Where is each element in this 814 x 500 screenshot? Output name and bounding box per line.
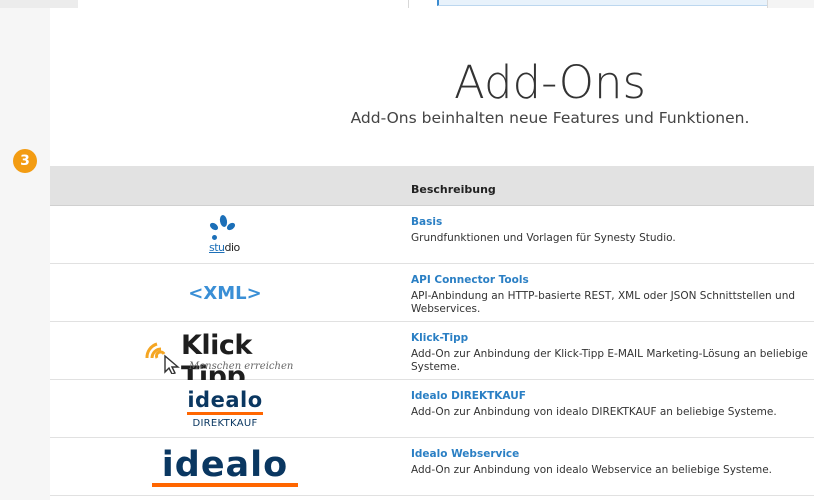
addon-description-cell: API Connector Tools API-Anbindung an HTT… [411, 274, 811, 316]
table-row: Klick Tipp Menschen erreichen Klick-Tipp… [50, 322, 814, 392]
addon-description-cell: Idealo Webservice Add-On zur Anbindung v… [411, 448, 811, 477]
idealo-direktkauf-subtext: DIREKTKAUF [192, 418, 258, 429]
addon-link-idealo-webservice[interactable]: Idealo Webservice [411, 448, 811, 460]
addon-logo-cell: Klick Tipp Menschen erreichen [50, 322, 400, 392]
idealo-wordmark: idealo [187, 388, 263, 412]
addon-link-basis[interactable]: Basis [411, 216, 811, 228]
table-row: <XML> API Connector Tools API-Anbindung … [50, 264, 814, 322]
table-header: Beschreibung [50, 166, 814, 206]
studio-dot [212, 235, 217, 240]
addon-description-cell: Klick-Tipp Add-On zur Anbindung der Klic… [411, 332, 811, 374]
studio-logo-icon: studio [195, 213, 255, 257]
top-search-box-inner[interactable] [437, 0, 767, 6]
idealo-direktkauf-logo-icon: idealo DIREKTKAUF [187, 389, 263, 429]
page-title: Add-Ons [454, 56, 646, 109]
table-row: idealo Idealo Webservice Add-On zur Anbi… [50, 438, 814, 496]
addon-description: Add-On zur Anbindung der Klick-Tipp E-MA… [411, 348, 808, 373]
addon-link-klick-tipp[interactable]: Klick-Tipp [411, 332, 811, 344]
table-row: studio Basis Grundfunktionen und Vorlage… [50, 206, 814, 264]
column-header-description: Beschreibung [411, 183, 496, 196]
idealo-wordmark: idealo [161, 445, 289, 485]
top-toolbar-strip [0, 0, 814, 8]
addon-description-cell: Basis Grundfunktionen und Vorlagen für S… [411, 216, 811, 245]
idealo-logo-icon: idealo [152, 447, 298, 487]
addons-table: Beschreibung studio Basis Grundfunktione… [50, 166, 814, 496]
addon-logo-cell: idealo DIREKTKAUF [50, 380, 400, 438]
addon-logo-cell: <XML> [50, 264, 400, 322]
addon-link-idealo-direktkauf[interactable]: Idealo DIREKTKAUF [411, 390, 811, 402]
addon-description: API-Anbindung an HTTP-basierte REST, XML… [411, 290, 796, 315]
top-strip-left [0, 0, 78, 8]
table-row: idealo DIREKTKAUF Idealo DIREKTKAUF Add-… [50, 380, 814, 438]
addon-logo-cell: studio [50, 206, 400, 264]
addon-logo-cell: idealo [50, 438, 400, 496]
addon-link-api-connector-tools[interactable]: API Connector Tools [411, 274, 811, 286]
step-badge: 3 [13, 149, 37, 173]
idealo-underline [187, 412, 263, 415]
addon-description: Add-On zur Anbindung von idealo Webservi… [411, 464, 773, 476]
addon-description: Grundfunktionen und Vorlagen für Synesty… [411, 232, 676, 244]
studio-wordmark: studio [209, 241, 240, 254]
addon-description: Add-On zur Anbindung von idealo DIREKTKA… [411, 406, 777, 418]
klick-tipp-tagline: Menschen erreichen [189, 361, 294, 372]
top-search-box[interactable] [408, 0, 768, 8]
studio-petal [208, 221, 220, 232]
klick-tipp-logo-icon: Klick Tipp Menschen erreichen [135, 326, 315, 392]
top-strip-middle [78, 0, 408, 8]
addon-description-cell: Idealo DIREKTKAUF Add-On zur Anbindung v… [411, 390, 811, 419]
xml-logo-icon: <XML> [188, 282, 262, 304]
page-subtitle: Add-Ons beinhalten neue Features und Fun… [350, 109, 750, 127]
